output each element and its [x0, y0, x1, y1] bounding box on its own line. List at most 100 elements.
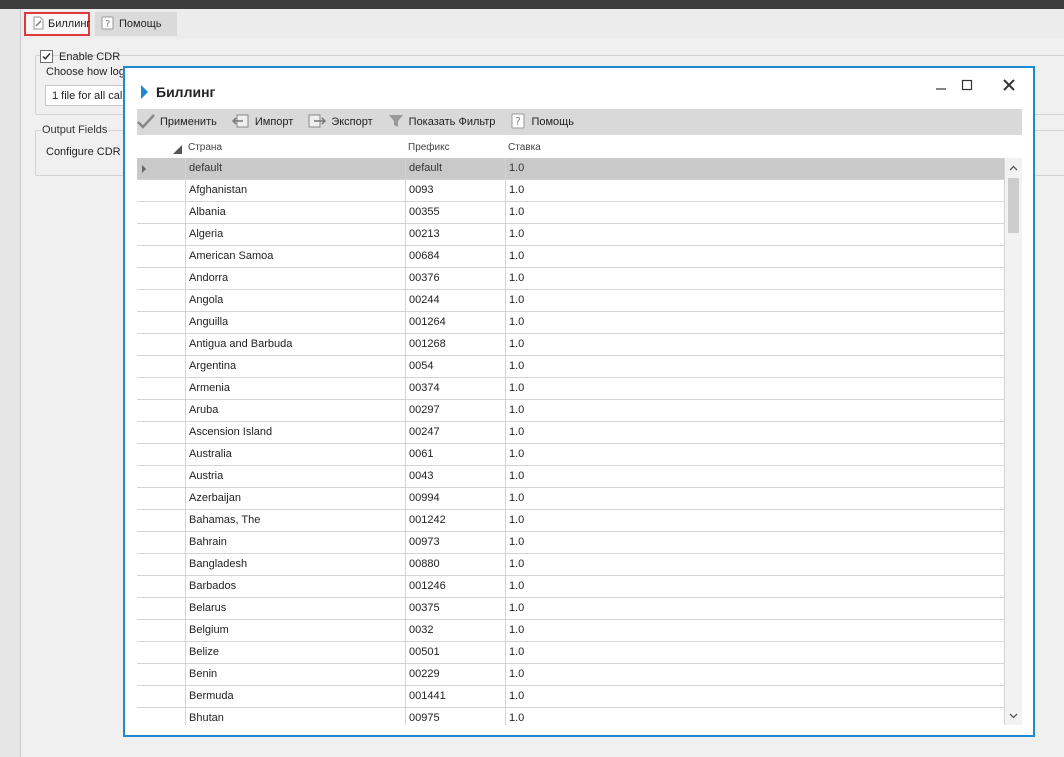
- column-header-country[interactable]: Страна: [186, 136, 406, 158]
- cell-rate[interactable]: 1.0: [506, 400, 1005, 421]
- cell-rate[interactable]: 1.0: [506, 664, 1005, 685]
- cell-rate[interactable]: 1.0: [506, 488, 1005, 509]
- cell-rate[interactable]: 1.0: [506, 268, 1005, 289]
- table-row[interactable]: Anguilla 001264 1.0: [137, 312, 1005, 334]
- cell-prefix[interactable]: 001268: [406, 334, 506, 355]
- cell-rate[interactable]: 1.0: [506, 312, 1005, 333]
- table-row[interactable]: Belize 00501 1.0: [137, 642, 1005, 664]
- cell-prefix[interactable]: 00375: [406, 598, 506, 619]
- cell-prefix[interactable]: 00376: [406, 268, 506, 289]
- row-header[interactable]: [137, 268, 186, 289]
- cell-country[interactable]: Algeria: [186, 224, 406, 245]
- cell-rate[interactable]: 1.0: [506, 708, 1005, 725]
- scroll-down-icon[interactable]: [1008, 710, 1019, 721]
- cell-country[interactable]: Australia: [186, 444, 406, 465]
- cell-rate[interactable]: 1.0: [506, 620, 1005, 641]
- apply-button[interactable]: Применить: [137, 109, 217, 135]
- cell-prefix[interactable]: 00880: [406, 554, 506, 575]
- vertical-scrollbar[interactable]: [1005, 158, 1022, 725]
- cell-prefix[interactable]: 00229: [406, 664, 506, 685]
- cell-rate[interactable]: 1.0: [506, 554, 1005, 575]
- row-header[interactable]: [137, 422, 186, 443]
- table-row[interactable]: Angola 00244 1.0: [137, 290, 1005, 312]
- dialog-help-button[interactable]: ? Помощь: [507, 109, 574, 135]
- table-row[interactable]: Argentina 0054 1.0: [137, 356, 1005, 378]
- cell-country[interactable]: Belgium: [186, 620, 406, 641]
- cell-rate[interactable]: 1.0: [506, 510, 1005, 531]
- enable-cdr-row[interactable]: Enable CDR: [40, 50, 120, 63]
- cell-country[interactable]: Antigua and Barbuda: [186, 334, 406, 355]
- row-header[interactable]: [137, 202, 186, 223]
- row-header[interactable]: [137, 642, 186, 663]
- table-row[interactable]: Bahamas, The 001242 1.0: [137, 510, 1005, 532]
- cell-prefix[interactable]: 001246: [406, 576, 506, 597]
- cell-prefix[interactable]: 00297: [406, 400, 506, 421]
- select-all-corner[interactable]: [137, 136, 186, 158]
- table-row[interactable]: Aruba 00297 1.0: [137, 400, 1005, 422]
- cell-prefix[interactable]: 0054: [406, 356, 506, 377]
- table-row[interactable]: Antigua and Barbuda 001268 1.0: [137, 334, 1005, 356]
- cell-country[interactable]: Angola: [186, 290, 406, 311]
- cell-country[interactable]: Belarus: [186, 598, 406, 619]
- enable-cdr-checkbox[interactable]: [40, 50, 53, 63]
- table-row[interactable]: Belgium 0032 1.0: [137, 620, 1005, 642]
- cell-prefix[interactable]: 00247: [406, 422, 506, 443]
- table-row[interactable]: default default 1.0: [137, 158, 1005, 180]
- table-row[interactable]: Benin 00229 1.0: [137, 664, 1005, 686]
- column-header-prefix[interactable]: Префикс: [406, 136, 506, 158]
- cell-rate[interactable]: 1.0: [506, 378, 1005, 399]
- cell-country[interactable]: Bermuda: [186, 686, 406, 707]
- cell-country[interactable]: Austria: [186, 466, 406, 487]
- cell-rate[interactable]: 1.0: [506, 532, 1005, 553]
- row-header[interactable]: [137, 686, 186, 707]
- table-row[interactable]: Albania 00355 1.0: [137, 202, 1005, 224]
- cell-prefix[interactable]: 00355: [406, 202, 506, 223]
- cell-country[interactable]: Bahrain: [186, 532, 406, 553]
- cell-rate[interactable]: 1.0: [506, 444, 1005, 465]
- export-button[interactable]: Экспорт: [305, 109, 373, 135]
- row-header[interactable]: [137, 620, 186, 641]
- cell-prefix[interactable]: 00213: [406, 224, 506, 245]
- cell-country[interactable]: Barbados: [186, 576, 406, 597]
- cell-rate[interactable]: 1.0: [506, 202, 1005, 223]
- table-row[interactable]: Barbados 001246 1.0: [137, 576, 1005, 598]
- cell-prefix[interactable]: 00975: [406, 708, 506, 725]
- table-row[interactable]: Bahrain 00973 1.0: [137, 532, 1005, 554]
- cell-prefix[interactable]: 00501: [406, 642, 506, 663]
- cell-prefix[interactable]: 0093: [406, 180, 506, 201]
- row-header[interactable]: [137, 180, 186, 201]
- cell-country[interactable]: Andorra: [186, 268, 406, 289]
- cell-country[interactable]: Bahamas, The: [186, 510, 406, 531]
- row-header[interactable]: [137, 444, 186, 465]
- row-header[interactable]: [137, 158, 186, 179]
- cell-country[interactable]: Argentina: [186, 356, 406, 377]
- table-row[interactable]: Australia 0061 1.0: [137, 444, 1005, 466]
- row-header[interactable]: [137, 532, 186, 553]
- maximize-button[interactable]: [956, 74, 978, 96]
- cell-country[interactable]: Belize: [186, 642, 406, 663]
- cell-country[interactable]: Anguilla: [186, 312, 406, 333]
- cell-rate[interactable]: 1.0: [506, 422, 1005, 443]
- row-header[interactable]: [137, 400, 186, 421]
- cell-prefix[interactable]: 0043: [406, 466, 506, 487]
- cell-country[interactable]: Armenia: [186, 378, 406, 399]
- cell-prefix[interactable]: 001441: [406, 686, 506, 707]
- cell-country[interactable]: Aruba: [186, 400, 406, 421]
- row-header[interactable]: [137, 334, 186, 355]
- cell-prefix[interactable]: 00684: [406, 246, 506, 267]
- cell-rate[interactable]: 1.0: [506, 466, 1005, 487]
- row-header[interactable]: [137, 224, 186, 245]
- table-row[interactable]: Belarus 00375 1.0: [137, 598, 1005, 620]
- table-row[interactable]: American Samoa 00684 1.0: [137, 246, 1005, 268]
- cell-rate[interactable]: 1.0: [506, 290, 1005, 311]
- cell-rate[interactable]: 1.0: [506, 246, 1005, 267]
- import-button[interactable]: Импорт: [229, 109, 293, 135]
- table-row[interactable]: Austria 0043 1.0: [137, 466, 1005, 488]
- cell-rate[interactable]: 1.0: [506, 686, 1005, 707]
- row-header[interactable]: [137, 598, 186, 619]
- cell-country[interactable]: Bangladesh: [186, 554, 406, 575]
- ribbon-tab-billing[interactable]: Биллинг: [24, 12, 90, 36]
- table-row[interactable]: Azerbaijan 00994 1.0: [137, 488, 1005, 510]
- cell-prefix[interactable]: 00244: [406, 290, 506, 311]
- row-header[interactable]: [137, 664, 186, 685]
